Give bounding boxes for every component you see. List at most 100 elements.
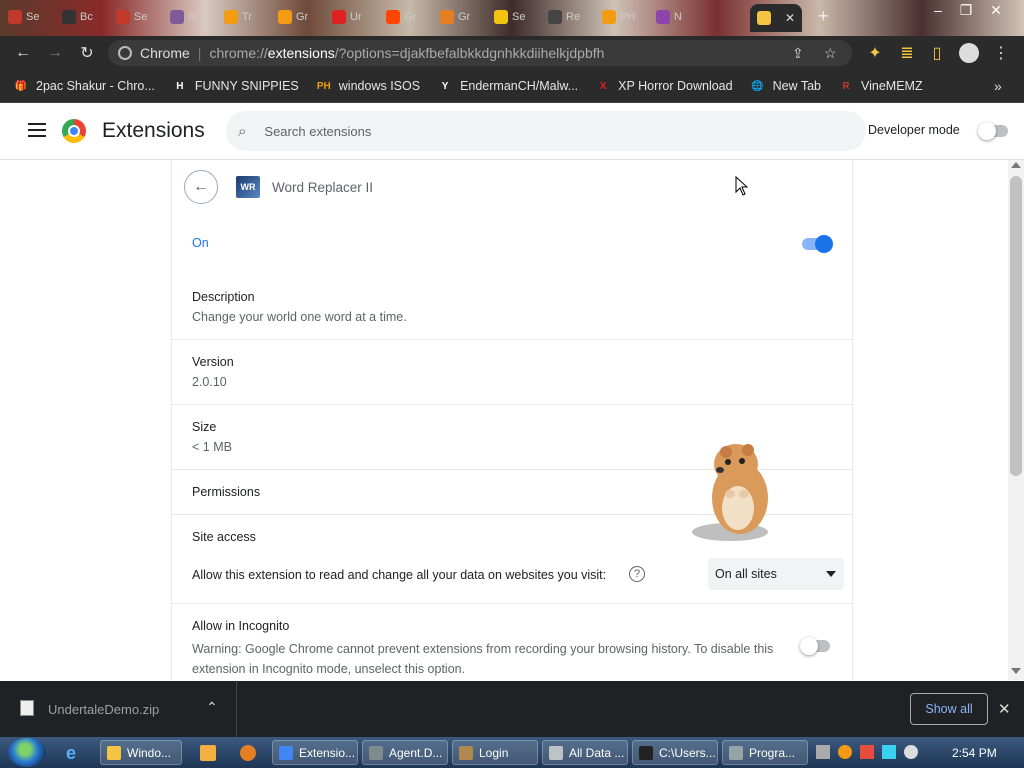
bookmark-item[interactable]: R VineMEMZ	[839, 79, 922, 93]
chevron-up-icon[interactable]: ⌃	[206, 699, 218, 716]
search-input[interactable]: ⌕ Search extensions	[226, 111, 866, 151]
page-scrollbar[interactable]	[1008, 160, 1024, 680]
search-icon: ⌕	[238, 122, 247, 140]
hamburger-menu-icon[interactable]	[28, 123, 46, 137]
paint-icon[interactable]	[240, 745, 256, 761]
tab-favicon-icon	[170, 10, 184, 24]
incognito-toggle[interactable]	[800, 637, 830, 655]
reading-list-icon[interactable]: ≣	[896, 42, 918, 64]
chevron-down-icon	[826, 571, 836, 577]
url-rest: /?options=djakfbefalbkkdgnhkkdiihelkjdpb…	[334, 45, 605, 61]
scrollbar-thumb[interactable]	[1010, 176, 1022, 476]
close-tab-icon[interactable]: ✕	[785, 11, 795, 25]
tab-favicon-icon	[8, 10, 22, 24]
browser-tab[interactable]: Tr	[224, 6, 272, 28]
tray-icons	[816, 745, 918, 759]
back-button[interactable]: ←	[184, 170, 218, 204]
share-icon[interactable]: ⇪	[792, 45, 804, 62]
browser-toolbar: ← → ↻ Chrome | chrome://extensions/?opti…	[0, 36, 1024, 70]
bookmark-item[interactable]: X XP Horror Download	[596, 79, 733, 93]
browser-tab[interactable]: Se	[116, 6, 164, 28]
taskbar-button[interactable]: Progra...	[722, 740, 808, 765]
start-button[interactable]	[8, 738, 46, 767]
browser-tab[interactable]: Se	[8, 6, 56, 28]
download-item[interactable]: UndertaleDemo.zip ⌃	[0, 681, 237, 737]
version-label: Version	[192, 355, 234, 369]
menu-kebab-icon[interactable]: ⋮	[990, 42, 1012, 64]
bookmark-label: New Tab	[772, 79, 821, 93]
browser-tab[interactable]: Ur	[332, 6, 380, 28]
hamster-desktop-pet[interactable]	[690, 438, 782, 544]
ie-icon[interactable]: e	[66, 743, 76, 764]
close-download-bar-icon[interactable]: ✕	[998, 700, 1011, 718]
enabled-toggle[interactable]	[802, 235, 833, 253]
bookmarks-overflow-icon[interactable]: »	[994, 78, 1002, 94]
close-window-icon[interactable]: ✕	[982, 0, 1010, 20]
bookmark-item[interactable]: 🌐 New Tab	[751, 79, 821, 93]
scroll-down-arrow[interactable]	[1011, 668, 1021, 674]
tab-title: Se	[134, 11, 148, 23]
show-all-button[interactable]: Show all	[910, 693, 988, 725]
tab-favicon-icon	[116, 10, 130, 24]
browser-tab[interactable]: Gr	[278, 6, 326, 28]
tab-title: N	[188, 11, 196, 23]
address-bar[interactable]: Chrome | chrome://extensions/?options=dj…	[108, 40, 852, 66]
browser-tab[interactable]: Re	[548, 6, 596, 28]
browser-tab[interactable]: Gr	[386, 6, 434, 28]
browser-tab[interactable]: Se	[494, 6, 542, 28]
download-bar: UndertaleDemo.zip ⌃ Show all ✕	[0, 681, 1024, 737]
tray-search-icon[interactable]	[838, 745, 852, 759]
bookmark-item[interactable]: PH windows ISOS	[317, 79, 420, 93]
help-icon[interactable]: ?	[629, 566, 645, 582]
browser-tab[interactable]: Gr	[440, 6, 488, 28]
site-access-dropdown[interactable]: On all sites	[708, 558, 844, 590]
browser-tab[interactable]: N	[656, 6, 704, 28]
tab-favicon-icon	[602, 10, 616, 24]
new-tab-button[interactable]: +	[818, 6, 829, 27]
bookmark-star-icon[interactable]: ☆	[824, 45, 837, 62]
taskbar-button[interactable]: Login	[452, 740, 538, 765]
taskbar-button[interactable]: Agent.D...	[362, 740, 448, 765]
extension-details-card: ← WR Word Replacer II On Description Cha…	[172, 160, 852, 680]
bookmark-item[interactable]: 🎁 2pac Shakur - Chro...	[14, 79, 155, 93]
description-label: Description	[192, 290, 255, 304]
tab-favicon-icon	[494, 10, 508, 24]
tab-favicon-icon	[62, 10, 76, 24]
side-panel-icon[interactable]: ▯	[926, 42, 948, 64]
scroll-up-arrow[interactable]	[1011, 162, 1021, 168]
tray-app-icon[interactable]	[816, 745, 830, 759]
developer-mode-toggle[interactable]	[978, 122, 1008, 140]
description-value: Change your world one word at a time.	[192, 310, 407, 324]
download-filename: UndertaleDemo.zip	[48, 702, 160, 717]
forward-icon[interactable]: →	[44, 42, 66, 64]
extensions-puzzle-icon[interactable]: ✦	[864, 42, 886, 64]
tray-network-icon[interactable]	[882, 745, 896, 759]
tab-title: Ur	[350, 11, 362, 23]
clock[interactable]: 2:54 PM	[952, 746, 997, 760]
extension-icon: WR	[236, 176, 260, 198]
bookmark-item[interactable]: H FUNNY SNIPPIES	[173, 79, 299, 93]
taskbar-button[interactable]: C:\Users...	[632, 740, 718, 765]
tab-favicon-icon	[548, 10, 562, 24]
extension-name: Word Replacer II	[272, 180, 374, 195]
active-tab[interactable]: ✕	[750, 4, 802, 32]
reload-icon[interactable]: ↻	[76, 42, 98, 64]
taskbar-button[interactable]: Windo...	[100, 740, 182, 765]
maximize-icon[interactable]: ❐	[952, 0, 980, 20]
developer-mode-label: Developer mode	[868, 123, 960, 137]
incognito-label: Allow in Incognito	[192, 619, 290, 633]
taskbar-button[interactable]: Extensio...	[272, 740, 358, 765]
bookmark-item[interactable]: Y EndermanCH/Malw...	[438, 79, 578, 93]
browser-tab[interactable]: PH	[602, 6, 650, 28]
browser-tab[interactable]: N	[170, 6, 218, 28]
minimize-icon[interactable]: –	[924, 0, 952, 20]
taskbar-app-icon	[729, 745, 743, 760]
browser-tab[interactable]: Bc	[62, 6, 110, 28]
taskbar-button[interactable]: All Data ...	[542, 740, 628, 765]
tray-flag-icon[interactable]	[860, 745, 874, 759]
profile-avatar[interactable]	[958, 42, 980, 64]
back-icon[interactable]: ←	[12, 42, 34, 64]
media-player-icon[interactable]	[200, 745, 216, 761]
taskbar-button-label: Login	[479, 745, 509, 760]
tray-volume-icon[interactable]	[904, 745, 918, 759]
